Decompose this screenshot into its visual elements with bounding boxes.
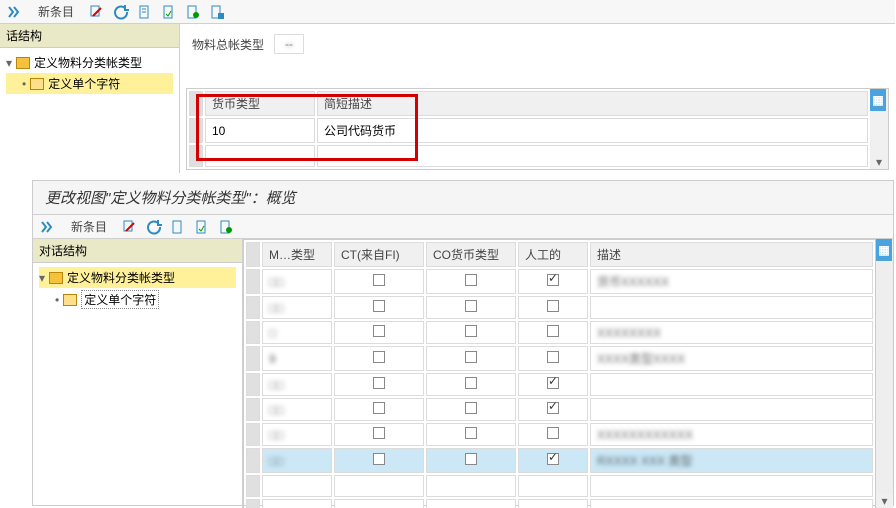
- table-row[interactable]: □□XXXXXXXXXXXX: [246, 423, 873, 446]
- table-row[interactable]: □□: [246, 373, 873, 396]
- table-row[interactable]: [246, 475, 873, 497]
- field-value: --: [274, 34, 304, 54]
- doc-icon-1[interactable]: [136, 3, 154, 21]
- new-entry-button[interactable]: 新条目: [71, 218, 107, 235]
- checkbox[interactable]: [547, 377, 559, 389]
- toolbar-top: 新条目: [0, 0, 895, 24]
- undo-icon[interactable]: [112, 3, 130, 21]
- col-currency-type[interactable]: 货币类型: [205, 91, 315, 116]
- checkbox[interactable]: [373, 453, 385, 465]
- col-ct-fi[interactable]: CT(来自FI): [334, 242, 424, 267]
- checkbox[interactable]: [465, 274, 477, 286]
- table-row[interactable]: □□RXXXX XXX 类型: [246, 448, 873, 473]
- checkbox[interactable]: [373, 427, 385, 439]
- scroll-down-icon[interactable]: ▾: [870, 155, 888, 169]
- checkbox[interactable]: [547, 300, 559, 312]
- checkbox[interactable]: [465, 377, 477, 389]
- doc-icon-4[interactable]: [208, 3, 226, 21]
- tree-root-bottom[interactable]: ▾ 定义物料分类帐类型: [39, 267, 236, 288]
- table-row[interactable]: □□: [246, 398, 873, 421]
- table-row[interactable]: □□货币XXXXXX: [246, 269, 873, 294]
- checkbox[interactable]: [547, 351, 559, 363]
- toolbar-bottom: 新条目: [33, 215, 893, 239]
- tree-child-bottom[interactable]: • 定义单个字符: [39, 288, 236, 311]
- checkbox[interactable]: [465, 300, 477, 312]
- checkbox[interactable]: [465, 325, 477, 337]
- undo-icon[interactable]: [145, 218, 163, 236]
- copy-delete-icon[interactable]: [88, 3, 106, 21]
- configure-columns-icon[interactable]: ▦: [870, 89, 886, 111]
- doc-icon-3[interactable]: [184, 3, 202, 21]
- copy-delete-icon[interactable]: [121, 218, 139, 236]
- field-label: 物料总帐类型: [192, 36, 264, 53]
- checkbox[interactable]: [465, 402, 477, 414]
- checkbox[interactable]: [547, 427, 559, 439]
- col-short-desc[interactable]: 简短描述: [317, 91, 868, 116]
- table-row[interactable]: [189, 145, 868, 167]
- tree-root-top[interactable]: ▾ 定义物料分类帐类型: [6, 52, 173, 73]
- table-row[interactable]: □□: [246, 296, 873, 319]
- configure-columns-icon[interactable]: ▦: [876, 239, 892, 261]
- doc-icon-2[interactable]: [193, 218, 211, 236]
- col-manual[interactable]: 人工的: [518, 242, 588, 267]
- checkbox[interactable]: [373, 402, 385, 414]
- table-row[interactable]: [246, 499, 873, 508]
- checkbox[interactable]: [465, 427, 477, 439]
- checkbox[interactable]: [373, 377, 385, 389]
- tree-header-bottom: 对话结构: [33, 239, 242, 263]
- tree-panel-top: 话结构 ▾ 定义物料分类帐类型 • 定义单个字符: [0, 24, 180, 173]
- new-entry-button[interactable]: 新条目: [38, 3, 74, 20]
- doc-icon-2[interactable]: [160, 3, 178, 21]
- checkbox[interactable]: [373, 351, 385, 363]
- checkbox[interactable]: [465, 351, 477, 363]
- table-row[interactable]: 10 公司代码货币: [189, 118, 868, 143]
- col-co-curr[interactable]: CO货币类型: [426, 242, 516, 267]
- checkbox[interactable]: [547, 402, 559, 414]
- config-icon[interactable]: [6, 3, 24, 21]
- window-title: 更改视图"定义物料分类帐类型"：概览: [33, 181, 893, 215]
- checkbox[interactable]: [373, 325, 385, 337]
- table-row[interactable]: □XXXXXXXX: [246, 321, 873, 344]
- ml-type-table: M…类型 CT(来自FI) CO货币类型 人工的 描述 □□货币XXXXXX□□…: [243, 239, 875, 508]
- checkbox[interactable]: [547, 325, 559, 337]
- checkbox[interactable]: [547, 453, 559, 465]
- currency-table: 货币类型 简短描述 10 公司代码货币: [187, 89, 870, 169]
- tree-header-top: 话结构: [0, 24, 179, 48]
- checkbox[interactable]: [373, 300, 385, 312]
- doc-icon-3[interactable]: [217, 218, 235, 236]
- config-icon[interactable]: [39, 218, 57, 236]
- tree-panel-bottom: 对话结构 ▾ 定义物料分类帐类型 • 定义单个字符: [33, 239, 243, 508]
- checkbox[interactable]: [373, 274, 385, 286]
- col-desc[interactable]: 描述: [590, 242, 873, 267]
- tree-child-top[interactable]: • 定义单个字符: [6, 73, 173, 94]
- checkbox[interactable]: [465, 453, 477, 465]
- table-row[interactable]: 9XXXX类型XXXX: [246, 346, 873, 371]
- doc-icon-1[interactable]: [169, 218, 187, 236]
- checkbox[interactable]: [547, 274, 559, 286]
- col-ml-type[interactable]: M…类型: [262, 242, 332, 267]
